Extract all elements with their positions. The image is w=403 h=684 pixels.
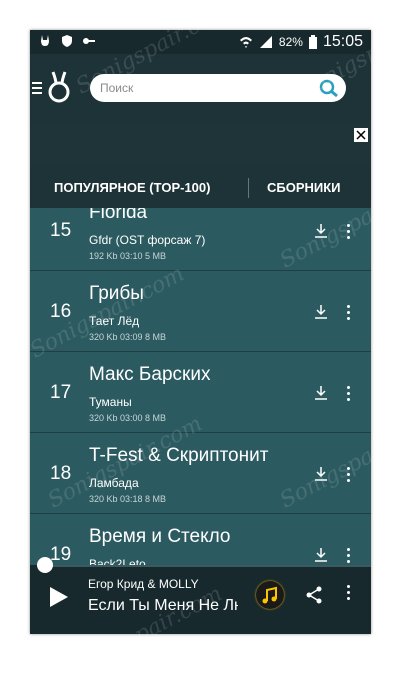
search-input[interactable]: Поиск <box>100 81 133 95</box>
song-rank: 18 <box>50 463 72 484</box>
download-icon[interactable] <box>315 467 327 481</box>
player-more-icon[interactable] <box>345 585 351 603</box>
clock: 15:05 <box>322 33 363 50</box>
song-rank: 15 <box>50 220 72 241</box>
menu-icon[interactable] <box>32 82 42 96</box>
tab-bar: ПОПУЛЯРНОЕ (TOP-100) СБОРНИКИ <box>30 166 371 211</box>
song-meta: 320 Kb 03:00 8 MB <box>89 413 167 423</box>
song-rank: 19 <box>50 544 72 565</box>
download-icon[interactable] <box>315 224 327 238</box>
download-icon[interactable] <box>315 305 327 319</box>
song-title: Макс Барских <box>89 364 211 385</box>
song-artist: Тает Лёд <box>89 314 140 328</box>
tab-collections[interactable]: СБОРНИКИ <box>267 180 341 195</box>
song-title: Грибы <box>89 283 144 304</box>
song-row[interactable]: 18 T-Fest & Скриптонит Ламбада 320 Kb 03… <box>30 433 371 514</box>
progress-knob[interactable] <box>37 557 53 573</box>
mini-player: Егор Крид & MOLLY Если Ты Меня Не Любишь <box>30 557 371 634</box>
song-meta: 320 Kb 03:18 8 MB <box>89 494 167 504</box>
play-icon[interactable] <box>50 587 68 607</box>
song-row[interactable]: 15 Florida Gfdr (OST форсаж 7) 192 Kb 03… <box>30 208 371 271</box>
download-icon[interactable] <box>315 548 327 562</box>
tab-popular[interactable]: ПОПУЛЯРНОЕ (TOP-100) <box>54 180 210 195</box>
phone-screen: 82% 15:05 Поиск ПОПУЛЯРНОЕ (TOP-100) СБО… <box>30 30 371 634</box>
search-icon[interactable] <box>318 78 340 98</box>
song-meta: 320 Kb 03:09 8 MB <box>89 332 167 342</box>
status-bar: 82% 15:05 <box>30 30 371 54</box>
more-vert-icon[interactable] <box>345 305 351 321</box>
song-meta: 192 Kb 03:10 5 MB <box>89 251 167 261</box>
key-icon <box>83 38 95 44</box>
battery-icon <box>308 35 317 49</box>
song-artist: Gfdr (OST форсаж 7) <box>89 233 206 247</box>
more-vert-icon[interactable] <box>345 386 351 402</box>
player-artist: Егор Крид & MOLLY <box>88 577 199 591</box>
bunny-notification-icon <box>41 35 49 46</box>
tab-divider <box>248 178 249 198</box>
music-note-icon[interactable] <box>256 581 284 609</box>
close-icon[interactable] <box>354 128 368 142</box>
player-title: Если Ты Меня Не Любишь <box>88 597 238 614</box>
shield-icon <box>62 35 72 47</box>
signal-icon <box>259 36 272 48</box>
song-list[interactable]: 15 Florida Gfdr (OST форсаж 7) 192 Kb 03… <box>30 208 371 565</box>
song-title: Время и Стекло <box>89 526 231 547</box>
more-vert-icon[interactable] <box>345 224 351 240</box>
song-title: T-Fest & Скриптонит <box>89 445 269 466</box>
download-icon[interactable] <box>315 386 327 400</box>
battery-level: 82% <box>278 35 303 49</box>
song-artist: Back2Leto <box>89 557 146 565</box>
song-row[interactable]: 16 Грибы Тает Лёд 320 Kb 03:09 8 MB <box>30 271 371 352</box>
wifi-icon <box>239 37 252 48</box>
progress-track[interactable] <box>44 565 371 567</box>
bunny-logo-icon[interactable] <box>44 70 74 104</box>
more-vert-icon[interactable] <box>345 467 351 483</box>
song-rank: 17 <box>50 382 72 403</box>
more-vert-icon[interactable] <box>345 548 351 564</box>
song-title: Florida <box>89 208 148 223</box>
song-rank: 16 <box>50 301 72 322</box>
song-artist: Ламбада <box>89 476 139 490</box>
song-artist: Туманы <box>89 395 132 409</box>
song-row[interactable]: 17 Макс Барских Туманы 320 Kb 03:00 8 MB <box>30 352 371 433</box>
search-bar[interactable]: Поиск <box>90 74 346 102</box>
song-row[interactable]: 19 Время и Стекло Back2Leto <box>30 514 371 565</box>
share-icon[interactable] <box>304 585 324 605</box>
